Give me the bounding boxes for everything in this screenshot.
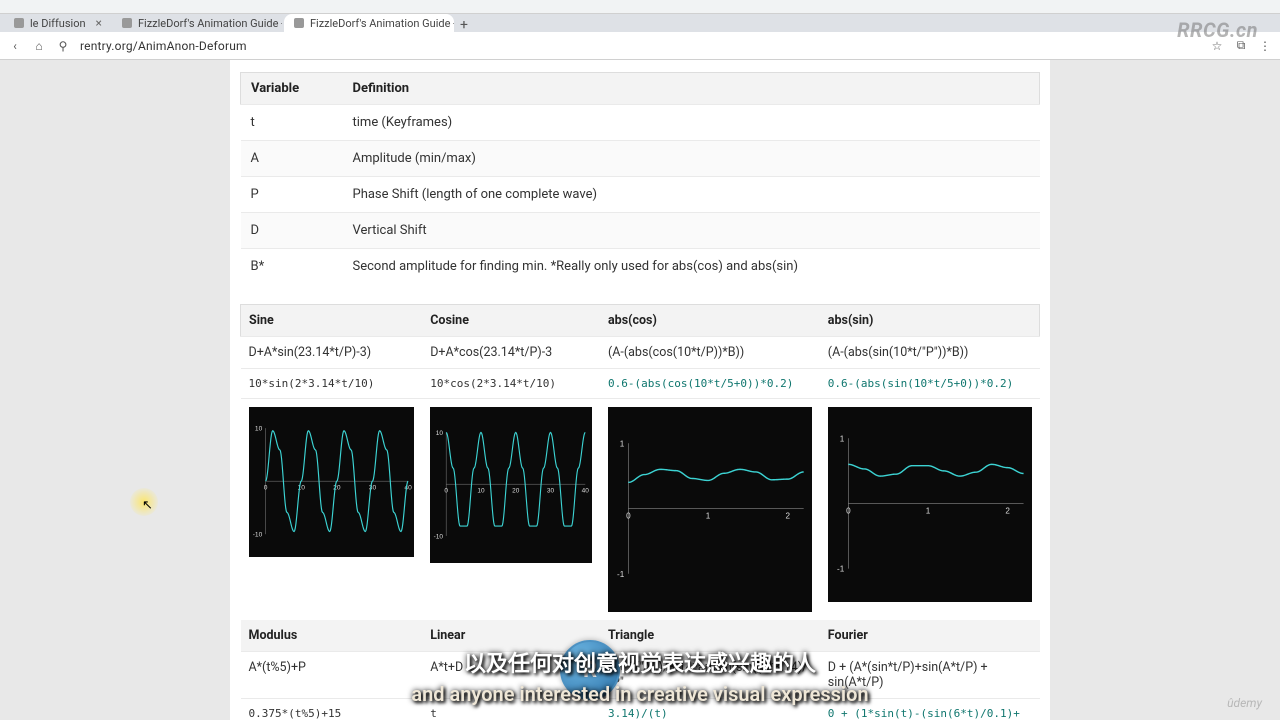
fn-header: Triangle [600,620,820,652]
definition-cell: Phase Shift (length of one complete wave… [343,177,1040,213]
svg-text:-10: -10 [252,532,262,539]
fn-code: t [422,699,600,720]
svg-text:0: 0 [626,512,631,521]
browser-tab[interactable]: FizzleDorf's Animation Guide - × [112,14,282,32]
close-icon[interactable]: × [96,16,102,30]
table-row: 0.375*(t%5)+15 t 3.14)/(t) 0 + (1*sin(t)… [241,699,1040,720]
tab-title: FizzleDorf's Animation Guide - [138,17,282,30]
svg-text:40: 40 [582,487,590,494]
sine-plot: 010203040-1010 [249,407,415,557]
fn-formula: (A-(abs(cos(10*t/P))*B)) [600,337,820,369]
svg-text:1: 1 [706,512,711,521]
new-tab-button[interactable]: + [456,18,472,32]
table-row: AAmplitude (min/max) [241,141,1040,177]
fn-header: Fourier [820,620,1040,652]
fn-formula: A*(t%5)+P [241,652,423,699]
cosine-plot: 0 10 20 30 40 -10 10 [430,407,592,563]
fn-header: abs(sin) [820,305,1040,337]
fn-header: Sine [241,305,423,337]
back-icon[interactable]: ‹ [8,39,22,53]
url-display[interactable]: rentry.org/AnimAnon-Deforum [80,39,1200,53]
fn-code: 0.6-(abs(sin(10*t/5+0))*0.2) [820,369,1040,399]
browser-tab[interactable]: le Diffusion × [4,14,110,32]
definition-cell: Amplitude (min/max) [343,141,1040,177]
tab-title: le Diffusion [30,17,86,30]
fn-code: 10*sin(2*3.14*t/10) [241,369,423,399]
fn-formula: (A-(abs(sin(10*t/"P"))*B)) [820,337,1040,369]
svg-text:1: 1 [840,434,845,443]
fn-header: Modulus [241,620,423,652]
favicon-icon [14,18,24,28]
fn-formula: 2 + 2("A"))/3.14*arcsin(sin((2*3.14)/ "P… [600,652,820,699]
page-content: Variable Definition ttime (Keyframes)AAm… [230,60,1050,720]
svg-text:10: 10 [254,426,262,433]
definition-cell: Second amplitude for finding min. *Reall… [343,249,1040,285]
function-table: Sine Cosine abs(cos) abs(sin) D+A*sin(23… [240,304,1040,720]
home-icon[interactable]: ⌂ [32,39,46,53]
svg-text:20: 20 [512,487,520,494]
table-row: PPhase Shift (length of one complete wav… [241,177,1040,213]
table-row: 10*sin(2*3.14*t/10) 10*cos(2*3.14*t/10) … [241,369,1040,399]
fn-formula: D + (A*(sin*t/P)+sin(A*t/P) + sin(A*t/P) [820,652,1040,699]
watermark-top-right: RRCG.cn [1177,18,1258,42]
svg-text:0: 0 [445,487,449,494]
svg-text:30: 30 [547,487,555,494]
browser-tab-active[interactable]: FizzleDorf's Animation Guide - × [284,14,454,32]
svg-text:1: 1 [620,439,625,448]
variable-definition-table: Variable Definition ttime (Keyframes)AAm… [240,72,1040,284]
fn-header: abs(cos) [600,305,820,337]
svg-text:10: 10 [436,430,444,437]
logo-badge: R [560,640,620,700]
svg-text:-10: -10 [434,533,444,540]
definition-cell: time (Keyframes) [343,105,1040,141]
tab-title: FizzleDorf's Animation Guide - [310,17,454,30]
cursor-arrow-icon: ↖ [142,498,153,513]
udemy-watermark: ûdemy [1227,696,1262,710]
variable-cell: B* [241,249,343,285]
svg-text:1: 1 [926,507,931,516]
fn-header: Cosine [422,305,600,337]
table-row: B*Second amplitude for finding min. *Rea… [241,249,1040,285]
table-row: A*(t%5)+P A*t+D 2 + 2("A"))/3.14*arcsin(… [241,652,1040,699]
variable-cell: D [241,213,343,249]
fn-code: 0.375*(t%5)+15 [241,699,423,720]
svg-text:10: 10 [478,487,486,494]
table-header-variable: Variable [241,73,343,105]
site-info-icon[interactable]: ⚲ [56,39,70,53]
variable-cell: A [241,141,343,177]
address-bar: ‹ ⌂ ⚲ rentry.org/AnimAnon-Deforum ☆ ⧉ ⋮ [0,32,1280,60]
svg-text:0: 0 [263,484,267,491]
favicon-icon [122,18,132,28]
fn-formula: D+A*sin(23.14*t/P)-3) [241,337,423,369]
abscos-plot: 0 1 2 -1 1 [608,407,812,612]
table-header-definition: Definition [343,73,1040,105]
variable-cell: t [241,105,343,141]
svg-text:-1: -1 [837,565,845,574]
abssin-plot: 0 1 2 -1 1 [828,407,1032,602]
table-row: 010203040-1010 010203040-1010 012-11 012… [241,399,1040,621]
fn-code: 10*cos(2*3.14*t/10) [422,369,600,399]
definition-cell: Vertical Shift [343,213,1040,249]
svg-text:2: 2 [1005,507,1010,516]
table-row: ttime (Keyframes) [241,105,1040,141]
fn-formula: D+A*cos(23.14*t/P)-3 [422,337,600,369]
fn-code: 0 + (1*sin(t)-(sin(6*t)/0.1)+ [820,699,1040,720]
table-row: D+A*sin(23.14*t/P)-3) D+A*cos(23.14*t/P)… [241,337,1040,369]
variable-cell: P [241,177,343,213]
menu-icon[interactable]: ⋮ [1258,39,1272,53]
fn-code: 0.6-(abs(cos(10*t/5+0))*0.2) [600,369,820,399]
table-row: Modulus Linear Triangle Fourier [241,620,1040,652]
tab-strip: le Diffusion × FizzleDorf's Animation Gu… [0,14,1280,32]
favicon-icon [294,18,304,28]
svg-text:-1: -1 [617,570,625,579]
svg-text:0: 0 [846,507,851,516]
fn-code: 3.14)/(t) [600,699,820,720]
table-row: DVertical Shift [241,213,1040,249]
svg-text:2: 2 [785,512,790,521]
